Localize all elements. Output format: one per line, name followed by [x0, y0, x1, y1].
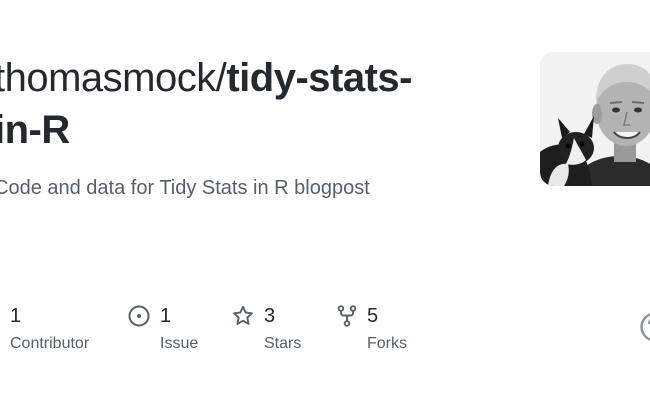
stat-stars[interactable]: 3 Stars: [231, 302, 331, 362]
stars-count: 3: [264, 305, 276, 327]
issue-opened-icon: [127, 304, 151, 328]
forks-count: 5: [367, 305, 379, 327]
issues-count: 1: [160, 305, 172, 327]
stat-forks[interactable]: 5 Forks: [335, 302, 435, 362]
stars-label: Stars: [264, 335, 302, 352]
repo-forked-icon: [335, 304, 359, 328]
repo-title[interactable]: thomasmock/tidy-stats-in-R: [0, 52, 474, 156]
avatar-photo: [540, 52, 650, 186]
repo-social-card: thomasmock/tidy-stats-in-R Code and data…: [0, 0, 650, 400]
repo-owner[interactable]: thomasmock/: [0, 56, 227, 100]
repo-description: Code and data for Tidy Stats in R blogpo…: [0, 177, 370, 199]
github-logo-icon: [640, 312, 650, 342]
stat-contributors[interactable]: 1 Contributor: [0, 302, 110, 362]
repo-stats: 1 Contributor 1 Issue 3 Stars 5 Forks: [0, 302, 650, 362]
repo-name-line1: tidy-stats-: [226, 56, 412, 100]
star-icon: [231, 304, 255, 328]
contributors-count: 1: [10, 305, 22, 327]
contributors-label: Contributor: [10, 335, 90, 352]
avatar[interactable]: [540, 52, 650, 186]
repo-name-line2: in-R: [0, 108, 70, 152]
stat-issues[interactable]: 1 Issue: [127, 302, 227, 362]
issues-label: Issue: [160, 335, 199, 352]
forks-label: Forks: [367, 335, 407, 352]
